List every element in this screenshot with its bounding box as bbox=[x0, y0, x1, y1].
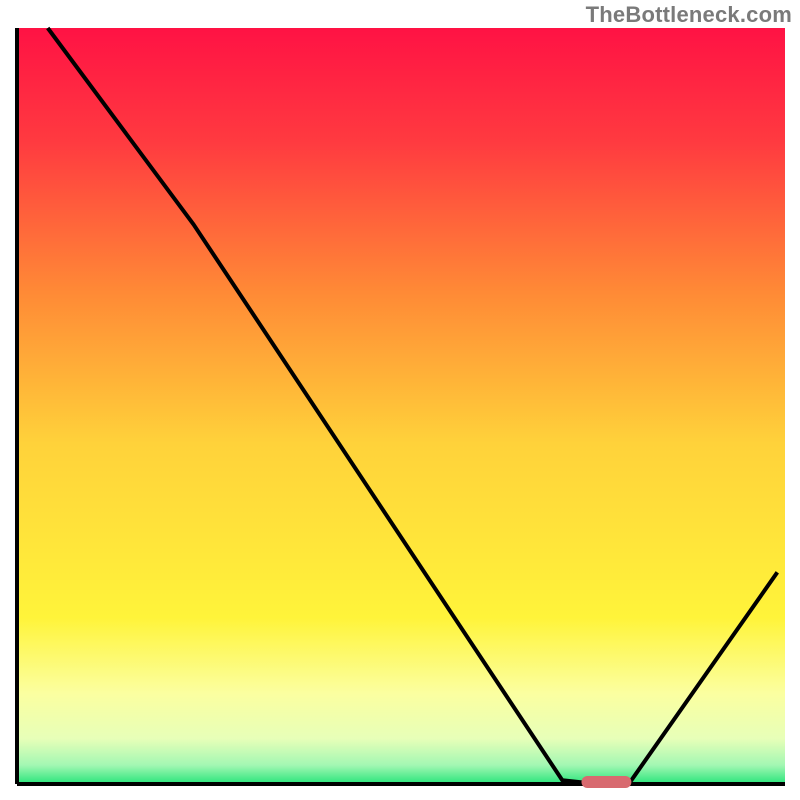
optimal-marker bbox=[581, 776, 631, 788]
bottleneck-chart: TheBottleneck.com bbox=[0, 0, 800, 800]
chart-canvas bbox=[0, 0, 800, 800]
